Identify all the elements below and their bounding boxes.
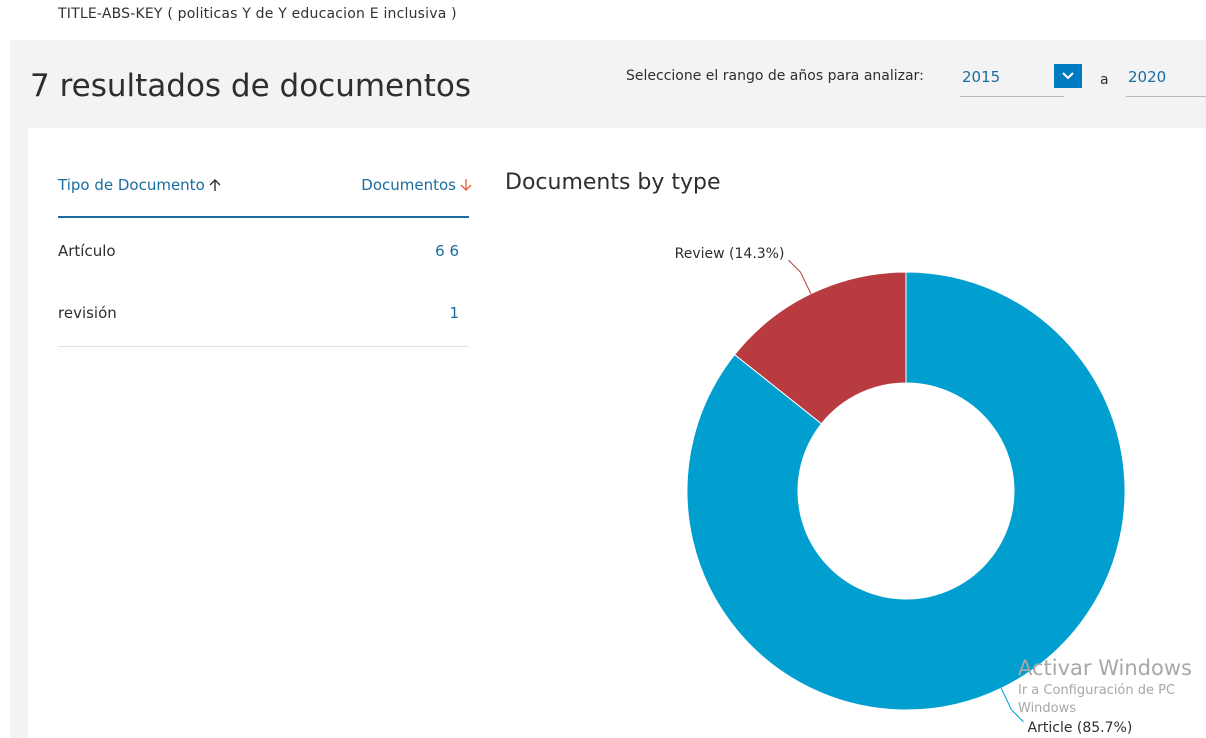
windows-activation-watermark: Activar Windows Ir a Configuración de PC… (1018, 656, 1192, 716)
documents-by-type-donut-chart: Article (85.7%) Review (14.3%) (675, 246, 1133, 736)
data-label-article: Article (85.7%) (1028, 720, 1133, 736)
data-label-review: Review (14.3%) (675, 246, 785, 262)
watermark-title: Activar Windows (1018, 656, 1192, 680)
watermark-line-1: Ir a Configuración de PC (1018, 683, 1176, 698)
watermark-line-2: Windows (1018, 701, 1077, 716)
leader-line-review (788, 259, 812, 294)
